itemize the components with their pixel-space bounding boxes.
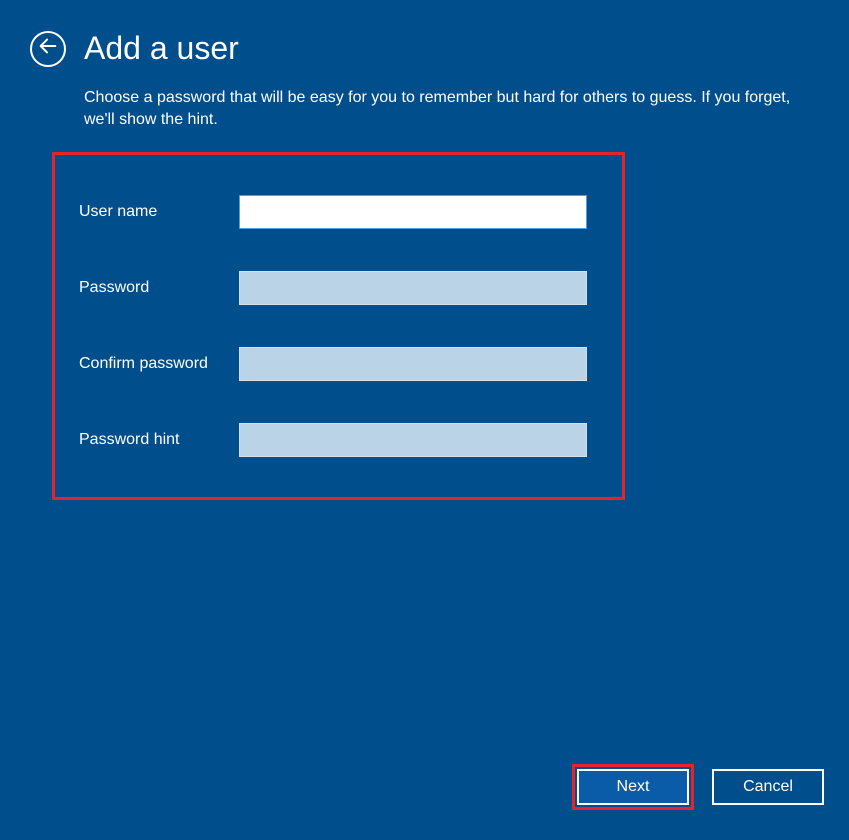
password-label: Password (79, 279, 239, 297)
confirm-password-input[interactable] (239, 347, 587, 381)
password-input[interactable] (239, 271, 587, 305)
form-highlight-box: User name Password Confirm password Pass… (52, 152, 625, 500)
button-bar: Next Cancel (572, 764, 824, 810)
arrow-left-icon (37, 35, 59, 62)
username-label: User name (79, 203, 239, 221)
cancel-button[interactable]: Cancel (712, 769, 824, 805)
page-subtitle: Choose a password that will be easy for … (84, 87, 804, 132)
next-button-highlight: Next (572, 764, 694, 810)
back-button[interactable] (30, 31, 66, 67)
username-input[interactable] (239, 195, 587, 229)
confirm-password-label: Confirm password (79, 355, 239, 373)
password-hint-label: Password hint (79, 431, 239, 449)
next-button[interactable]: Next (577, 769, 689, 805)
page-title: Add a user (84, 30, 239, 67)
password-hint-input[interactable] (239, 423, 587, 457)
